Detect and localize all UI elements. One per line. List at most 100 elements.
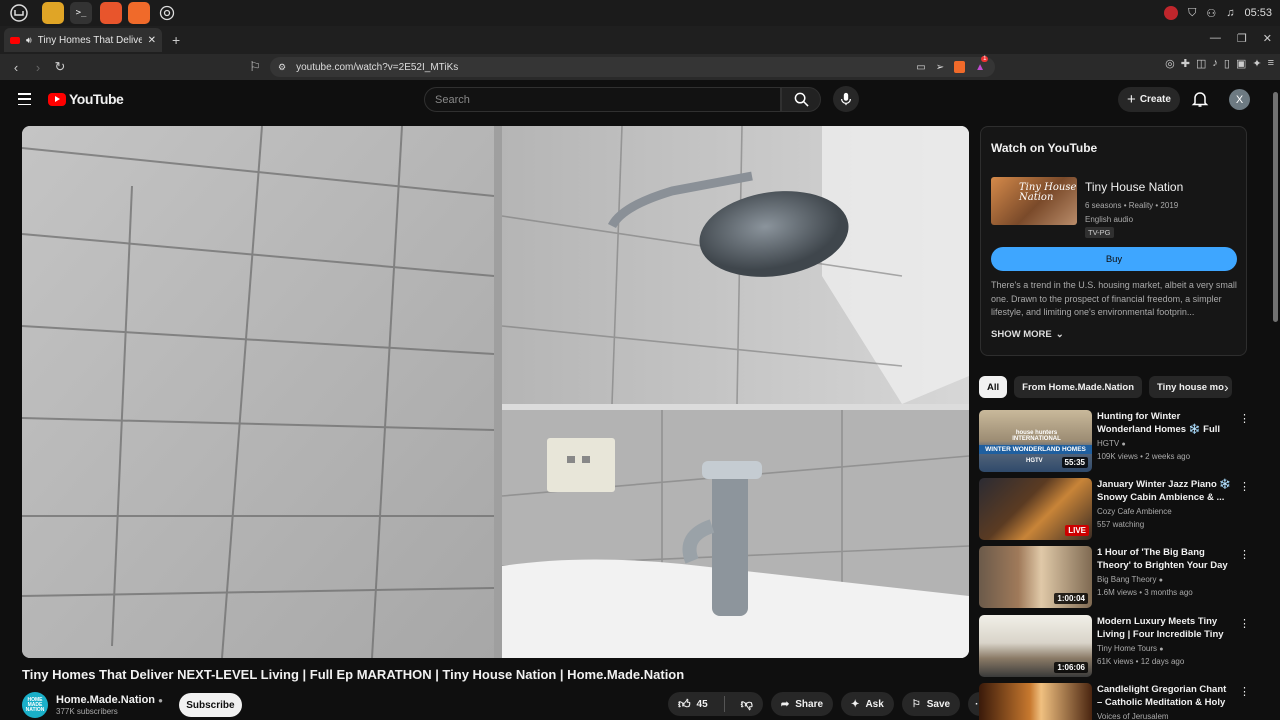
rewards-icon[interactable]: ▲ 1: [975, 55, 989, 73]
scrollbar-thumb[interactable]: [1273, 92, 1278, 322]
send-icon[interactable]: ➢: [936, 62, 944, 73]
subscribe-button[interactable]: Subscribe: [178, 693, 242, 717]
site-info-icon[interactable]: ⚙: [278, 62, 286, 73]
video-player[interactable]: [22, 126, 969, 658]
reload-icon[interactable]: ↻: [50, 57, 70, 77]
cast-icon[interactable]: ▭: [916, 62, 925, 73]
list-item[interactable]: LIVE January Winter Jazz Piano ❄️ Snowy …: [979, 478, 1254, 540]
menu-icon[interactable]: ≡: [1268, 57, 1274, 70]
extension-icon[interactable]: ◎: [1165, 57, 1175, 70]
back-icon[interactable]: ‹: [6, 57, 26, 77]
show-thumbnail[interactable]: Tiny House Nation: [991, 177, 1077, 225]
leo-icon[interactable]: ✦: [1252, 57, 1261, 70]
bookmark-icon[interactable]: ⚐: [245, 57, 265, 77]
chip-tiny-house[interactable]: Tiny house mo: [1149, 376, 1232, 398]
create-button[interactable]: + Create: [1118, 87, 1180, 112]
close-tab-icon[interactable]: ✕: [148, 35, 156, 46]
duration-badge: 55:35: [1061, 457, 1088, 468]
firefox-icon[interactable]: [100, 2, 122, 24]
video-thumbnail[interactable]: LIVE: [979, 478, 1092, 540]
rec-channel-name: Tiny Home Tours: [1097, 644, 1158, 653]
url-text[interactable]: youtube.com/watch?v=2E52I_MTiKs: [296, 62, 458, 73]
files-icon[interactable]: [42, 2, 64, 24]
brave-icon[interactable]: [128, 2, 150, 24]
tab-youtube[interactable]: 🔊︎ Tiny Homes That Deliver Ne ✕: [4, 28, 162, 52]
search-button[interactable]: [781, 87, 821, 112]
list-item[interactable]: house hunters INTERNATIONAL WINTER WONDE…: [979, 410, 1254, 472]
like-button[interactable]: 👍︎ 45: [668, 697, 718, 712]
shield-icon[interactable]: ⛉: [1188, 7, 1196, 20]
notifications-bell-icon[interactable]: [1191, 90, 1211, 110]
more-vertical-icon[interactable]: ⋮: [1239, 412, 1250, 425]
music-icon[interactable]: ♫: [1226, 7, 1234, 19]
system-tray: ⛉ ⚇ ♫ 05:53: [1164, 0, 1272, 26]
search-icon: [794, 92, 809, 107]
video-thumbnail[interactable]: 1:06:06: [979, 615, 1092, 677]
rec-title[interactable]: Modern Luxury Meets Tiny Living | Four I…: [1097, 615, 1232, 642]
network-icon[interactable]: ⚇: [1206, 7, 1216, 20]
minimize-icon[interactable]: —: [1210, 32, 1221, 45]
update-icon[interactable]: [1164, 6, 1179, 20]
speaker-icon[interactable]: 🔊︎: [26, 35, 32, 46]
mint-menu-icon[interactable]: [8, 2, 30, 24]
more-vertical-icon[interactable]: ⋮: [1239, 617, 1250, 630]
ask-button[interactable]: ✦ Ask: [841, 692, 894, 716]
video-actions: 👍︎ 45 👎︎ ➦ Share ✦ Ask ⚐ Save ···: [668, 692, 993, 716]
chevron-right-icon[interactable]: ›: [1224, 380, 1238, 394]
wallet-icon[interactable]: ▣: [1236, 57, 1246, 70]
show-more-button[interactable]: SHOW MORE ⌄: [991, 329, 1064, 340]
chip-all[interactable]: All: [979, 376, 1008, 398]
voice-search-button[interactable]: [833, 86, 859, 112]
video-thumbnail[interactable]: house hunters INTERNATIONAL WINTER WONDE…: [979, 410, 1092, 472]
restore-icon[interactable]: ❐: [1237, 32, 1247, 45]
rec-title[interactable]: 1 Hour of 'The Big Bang Theory' to Brigh…: [1097, 546, 1232, 572]
more-vertical-icon[interactable]: ⋮: [1239, 548, 1250, 561]
address-bar[interactable]: ⚙ youtube.com/watch?v=2E52I_MTiKs ▭ ➢ ▲ 1: [270, 55, 995, 77]
share-button[interactable]: ➦ Share: [770, 692, 834, 716]
rec-title[interactable]: Hunting for Winter Wonderland Homes ❄️ F…: [1097, 410, 1232, 437]
clock[interactable]: 05:53: [1244, 7, 1272, 19]
search-input[interactable]: Search: [424, 87, 781, 112]
puzzle-icon[interactable]: ✚: [1181, 57, 1190, 70]
channel-name-text[interactable]: Home.Made.Nation: [56, 694, 155, 706]
rec-title[interactable]: Candlelight Gregorian Chant – Catholic M…: [1097, 683, 1232, 710]
url-actions: ▭ ➢ ▲ 1: [916, 55, 989, 73]
show-thumb-text: Tiny House Nation: [1019, 182, 1077, 203]
extensions-area: ◎ ✚ ◫ ♪ ▯ ▣ ✦ ≡: [1165, 57, 1274, 70]
sidebar-icon[interactable]: ▯: [1224, 57, 1230, 70]
close-window-icon[interactable]: ✕: [1263, 32, 1272, 45]
account-avatar[interactable]: X: [1229, 89, 1250, 110]
channel-avatar[interactable]: HOME MADE NATION: [22, 692, 48, 718]
rec-title[interactable]: January Winter Jazz Piano ❄️ Snowy Cabin…: [1097, 478, 1232, 504]
thumb-top-text: house hunters INTERNATIONAL: [1012, 430, 1061, 442]
rating-badge: TV-PG: [1085, 227, 1114, 238]
rec-channel: HGTV ●: [1097, 439, 1126, 448]
chip-from-channel[interactable]: From Home.Made.Nation: [1014, 376, 1143, 398]
dislike-button[interactable]: 👎︎: [731, 697, 763, 712]
list-item[interactable]: Candlelight Gregorian Chant – Catholic M…: [979, 683, 1254, 720]
share-label: Share: [795, 698, 824, 710]
show-title[interactable]: Tiny House Nation: [1085, 180, 1183, 194]
chrome-icon[interactable]: [156, 2, 178, 24]
create-label: Create: [1139, 94, 1171, 105]
terminal-icon[interactable]: >_: [70, 2, 92, 24]
watch-on-youtube-panel: Watch on YouTube Tiny House Nation Tiny …: [980, 126, 1247, 356]
youtube-logo[interactable]: YouTube: [48, 91, 124, 107]
video-thumbnail[interactable]: 1:00:04: [979, 546, 1092, 608]
buy-button[interactable]: Buy: [991, 247, 1237, 271]
list-item[interactable]: 1:06:06 Modern Luxury Meets Tiny Living …: [979, 615, 1254, 677]
video-thumbnail[interactable]: [979, 683, 1092, 720]
list-item[interactable]: 1:00:04 1 Hour of 'The Big Bang Theory' …: [979, 546, 1254, 608]
forward-icon[interactable]: ›: [28, 57, 48, 77]
new-tab-button[interactable]: +: [172, 32, 180, 48]
save-button[interactable]: ⚐ Save: [901, 692, 961, 716]
guide-menu-icon[interactable]: [18, 93, 31, 105]
more-vertical-icon[interactable]: ⋮: [1239, 480, 1250, 493]
brave-shield-icon[interactable]: [954, 61, 966, 73]
page-scrollbar[interactable]: [1271, 82, 1280, 720]
youtube-favicon-icon: [10, 36, 20, 44]
channel-name[interactable]: Home.Made.Nation ●: [56, 694, 163, 706]
screenshot-icon[interactable]: ◫: [1196, 57, 1206, 70]
more-vertical-icon[interactable]: ⋮: [1239, 685, 1250, 698]
media-icon[interactable]: ♪: [1212, 57, 1218, 70]
